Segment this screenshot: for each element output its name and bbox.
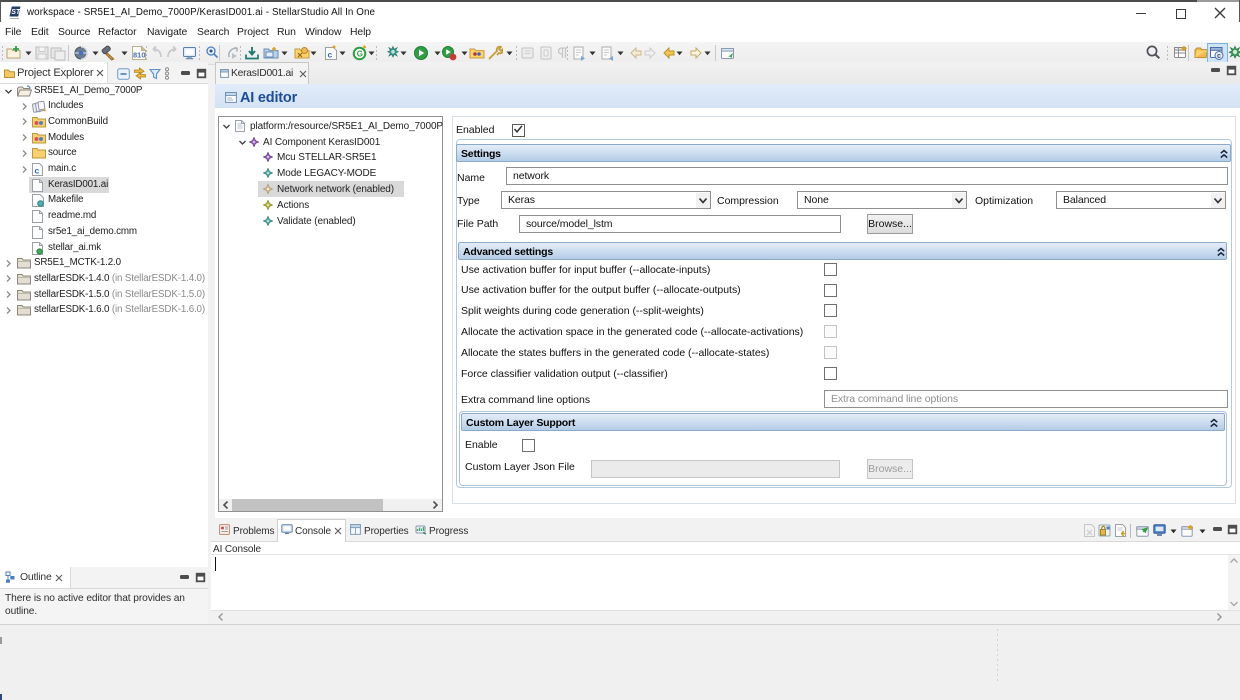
svg-text:G: G — [357, 50, 363, 59]
svg-text:ST: ST — [11, 9, 21, 16]
svg-text:c: c — [35, 166, 40, 176]
svg-text:c: c — [1217, 53, 1221, 60]
svg-text:810: 810 — [133, 51, 146, 60]
svg-text:c: c — [328, 50, 333, 60]
